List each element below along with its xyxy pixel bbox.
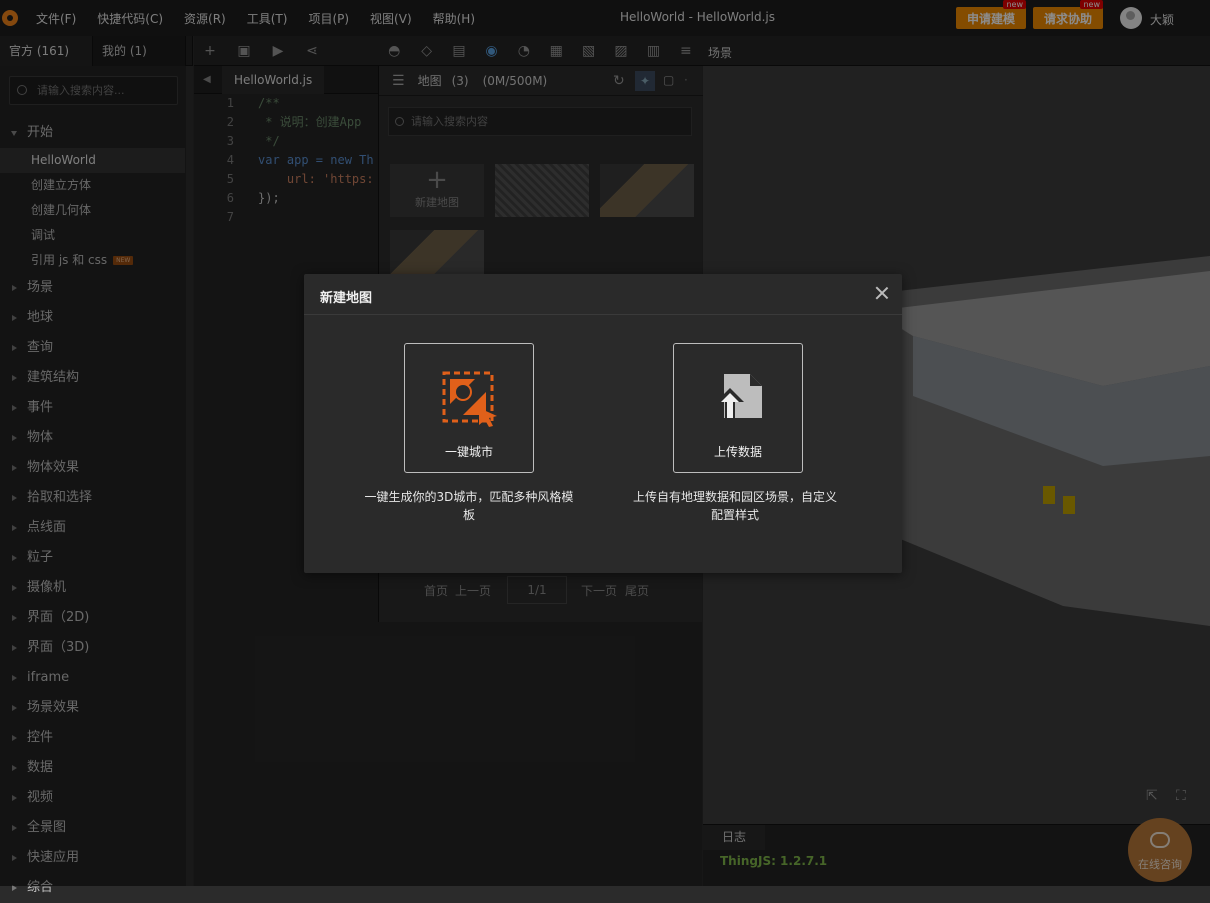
dialog-header: 新建地图	[304, 274, 902, 315]
one-click-city-option[interactable]: 一键城市	[404, 343, 534, 473]
dialog-title: 新建地图	[320, 291, 373, 306]
upload-data-option[interactable]: 上传数据	[673, 343, 803, 473]
upload-file-icon	[716, 374, 762, 418]
option-description: 上传自有地理数据和园区场景，自定义配置样式	[632, 490, 837, 522]
close-icon[interactable]	[874, 285, 890, 301]
new-map-dialog: 新建地图 一键城市 上传数据 一键生成你的3D城市，匹配多种风格模板 上传自有地…	[304, 274, 902, 573]
option-label: 上传数据	[713, 445, 762, 459]
option-description: 一键生成你的3D城市，匹配多种风格模板	[364, 490, 574, 522]
city-map-icon	[442, 371, 497, 427]
option-label: 一键城市	[444, 445, 493, 459]
